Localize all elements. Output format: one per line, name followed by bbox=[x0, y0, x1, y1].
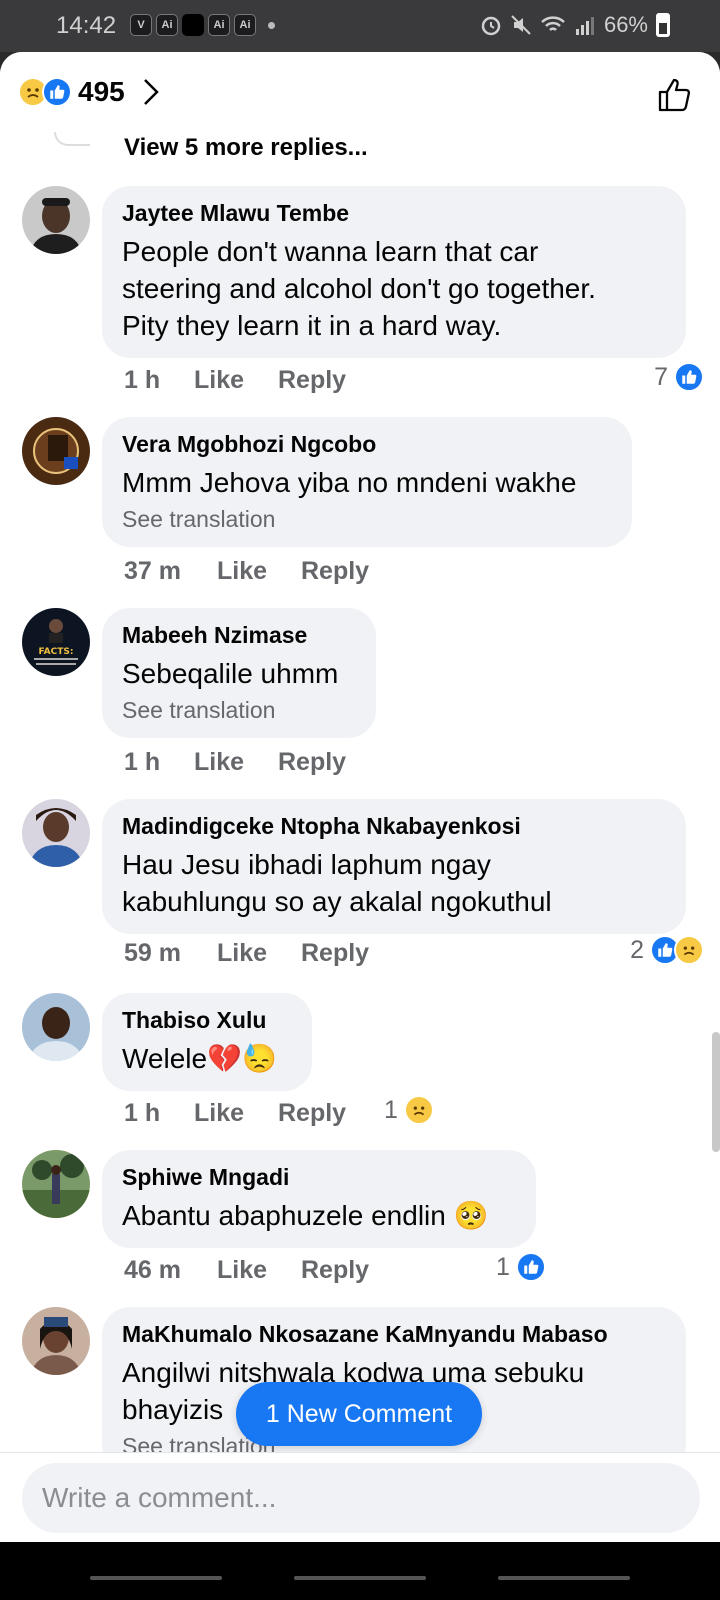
reply-button[interactable]: Reply bbox=[278, 366, 346, 395]
avatar[interactable] bbox=[22, 1307, 90, 1375]
media-app-icon bbox=[182, 14, 204, 36]
battery-percent: 66% bbox=[603, 12, 648, 37]
reply-button[interactable]: Reply bbox=[301, 1256, 369, 1285]
avatar[interactable]: FACTS: bbox=[22, 608, 90, 676]
comment-text: Welele💔😓 bbox=[122, 1043, 277, 1074]
avatar[interactable] bbox=[22, 993, 90, 1061]
comment-reactions[interactable]: 1 bbox=[384, 1095, 434, 1125]
system-nav-bar bbox=[0, 1542, 720, 1600]
comment-text: Abantu abaphuzele endlin 🥺 bbox=[122, 1200, 489, 1231]
comment-actions: 1 h Like Reply bbox=[124, 748, 346, 777]
comment-author[interactable]: Madindigceke Ntopha Nkabayenkosi bbox=[122, 812, 666, 840]
comment-actions: 46 m Like Reply bbox=[124, 1256, 369, 1285]
comment-author[interactable]: Thabiso Xulu bbox=[122, 1006, 292, 1034]
comment-text: Sebeqalile uhmm bbox=[122, 658, 339, 689]
sad-icon bbox=[674, 935, 704, 965]
comment-bubble[interactable]: Mabeeh Nzimase Sebeqalile uhmm See trans… bbox=[102, 608, 376, 738]
comment-time: 59 m bbox=[124, 939, 181, 967]
reactions-summary-button[interactable]: 495 bbox=[18, 76, 159, 108]
comment-reaction-count: 2 bbox=[630, 935, 644, 964]
avatar[interactable] bbox=[22, 1150, 90, 1218]
comment-bubble[interactable]: Madindigceke Ntopha Nkabayenkosi Hau Jes… bbox=[102, 799, 686, 934]
like-button[interactable]: Like bbox=[194, 1099, 278, 1128]
nav-recents-button[interactable] bbox=[90, 1576, 222, 1580]
comment-author[interactable]: Sphiwe Mngadi bbox=[122, 1163, 516, 1191]
comment-time: 46 m bbox=[124, 1256, 181, 1284]
reply-button[interactable]: Reply bbox=[278, 1099, 346, 1128]
like-button[interactable]: Like bbox=[194, 748, 278, 777]
view-more-replies-link[interactable]: View 5 more replies... bbox=[124, 134, 368, 162]
avatar[interactable] bbox=[22, 417, 90, 485]
new-comment-button[interactable]: 1 New Comment bbox=[236, 1382, 482, 1446]
comment-time: 1 h bbox=[124, 366, 161, 394]
comment-bubble[interactable]: Vera Mgobhozi Ngcobo Mmm Jehova yiba no … bbox=[102, 417, 632, 547]
ai-app-icon: Ai bbox=[208, 14, 230, 36]
status-app-icons: V Ai Ai Ai bbox=[130, 14, 275, 36]
comment-time: 1 h bbox=[124, 748, 161, 776]
notification-dot-icon bbox=[268, 21, 275, 29]
comment-author[interactable]: Mabeeh Nzimase bbox=[122, 621, 356, 649]
like-button[interactable]: Like bbox=[217, 939, 301, 968]
see-translation-link[interactable]: See translation bbox=[122, 696, 356, 724]
comment-time: 1 h bbox=[124, 1099, 161, 1127]
comment-author[interactable]: Vera Mgobhozi Ngcobo bbox=[122, 430, 612, 458]
like-button[interactable]: Like bbox=[194, 366, 278, 395]
comment-reactions[interactable]: 7 bbox=[654, 362, 704, 392]
status-time: 14:42 bbox=[56, 12, 117, 39]
comment-composer bbox=[0, 1452, 720, 1542]
comment-reaction-count: 7 bbox=[654, 362, 668, 391]
comment-text: People don't wanna learn that car steeri… bbox=[122, 236, 596, 341]
comment-reactions[interactable]: 2 bbox=[630, 935, 704, 965]
reaction-icons bbox=[18, 77, 72, 107]
comments-sheet: 495 View 5 more replies... Jaytee Mlawu … bbox=[0, 52, 720, 1600]
comment-author[interactable]: MaKhumalo Nkosazane KaMnyandu Mabaso bbox=[122, 1320, 666, 1348]
comment-reactions[interactable]: 1 bbox=[496, 1252, 546, 1282]
comment-actions: 1 h Like Reply bbox=[124, 366, 346, 395]
like-icon bbox=[42, 77, 72, 107]
wifi-icon bbox=[541, 16, 565, 31]
alarm-icon bbox=[481, 16, 501, 36]
ai-app-icon: Ai bbox=[234, 14, 256, 36]
comment-bubble[interactable]: Jaytee Mlawu Tembe People don't wanna le… bbox=[102, 186, 686, 358]
reactions-header: 495 bbox=[0, 52, 720, 132]
comment-input[interactable] bbox=[22, 1463, 700, 1533]
reaction-count: 495 bbox=[78, 76, 125, 107]
status-right: 66% bbox=[480, 12, 670, 38]
like-outline-icon[interactable] bbox=[656, 76, 694, 114]
comment-reaction-count: 1 bbox=[384, 1095, 398, 1124]
chevron-right-icon bbox=[143, 79, 159, 105]
vivaldi-app-icon: V bbox=[130, 14, 152, 36]
like-button[interactable]: Like bbox=[217, 557, 301, 586]
ai-app-icon: Ai bbox=[156, 14, 178, 36]
avatar[interactable] bbox=[22, 799, 90, 867]
reply-button[interactable]: Reply bbox=[301, 939, 369, 968]
comment-actions: 1 h Like Reply bbox=[124, 1099, 346, 1128]
comment-bubble[interactable]: Sphiwe Mngadi Abantu abaphuzele endlin 🥺 bbox=[102, 1150, 536, 1248]
status-bar: 14:42 V Ai Ai Ai 66% bbox=[0, 0, 720, 52]
svg-text:FACTS:: FACTS: bbox=[39, 647, 74, 657]
comment-bubble[interactable]: Thabiso Xulu Welele💔😓 bbox=[102, 993, 312, 1091]
comment-actions: 59 m Like Reply bbox=[124, 939, 369, 968]
comment-time: 37 m bbox=[124, 557, 181, 585]
sad-icon bbox=[403, 1095, 434, 1125]
avatar[interactable] bbox=[22, 186, 90, 254]
comment-author[interactable]: Jaytee Mlawu Tembe bbox=[122, 199, 666, 227]
comment-actions: 37 m Like Reply bbox=[124, 557, 369, 586]
reply-button[interactable]: Reply bbox=[301, 557, 369, 586]
like-button[interactable]: Like bbox=[217, 1256, 301, 1285]
nav-home-button[interactable] bbox=[294, 1576, 426, 1580]
like-icon bbox=[515, 1252, 546, 1282]
signal-icon bbox=[575, 17, 594, 35]
nav-back-button[interactable] bbox=[498, 1576, 630, 1580]
scrollbar-thumb[interactable] bbox=[712, 1032, 720, 1152]
comment-text: Mmm Jehova yiba no mndeni wakhe bbox=[122, 467, 577, 498]
see-translation-link[interactable]: See translation bbox=[122, 505, 612, 533]
reply-button[interactable]: Reply bbox=[278, 748, 346, 777]
comment-reaction-count: 1 bbox=[496, 1252, 510, 1281]
mute-icon bbox=[511, 15, 531, 35]
like-icon bbox=[674, 362, 704, 392]
comment-text: Hau Jesu ibhadi laphum ngay kabuhlungu s… bbox=[122, 849, 552, 917]
battery-icon bbox=[656, 13, 670, 37]
